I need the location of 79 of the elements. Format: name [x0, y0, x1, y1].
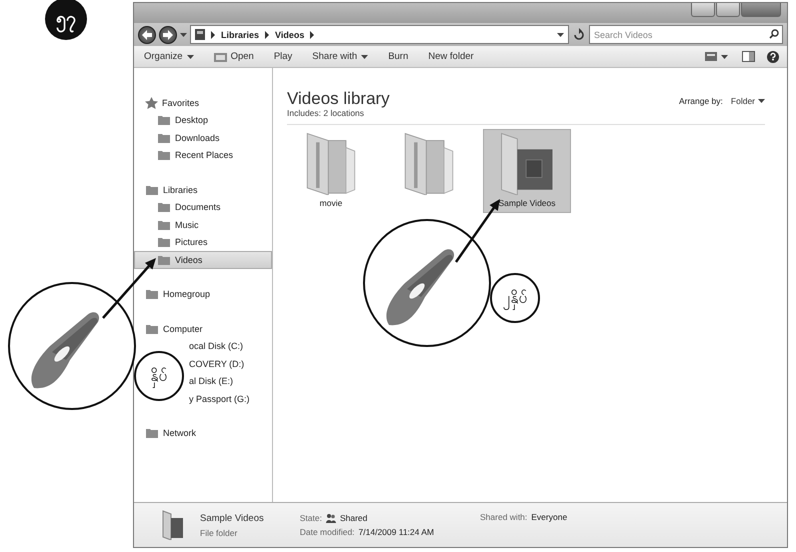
nav-item[interactable]: al Disk (E:) — [188, 372, 272, 390]
toolbar-button[interactable]: Burn — [386, 50, 410, 63]
caret-icon[interactable] — [557, 32, 564, 36]
caret-icon — [721, 54, 728, 58]
nav-item[interactable]: Computer — [134, 320, 272, 338]
breadcrumb[interactable]: Libraries — [221, 30, 260, 40]
star-icon — [145, 96, 158, 109]
folder-icon — [157, 236, 171, 248]
nav-item[interactable]: Videos — [134, 251, 272, 268]
nav-item[interactable]: Favorites — [134, 94, 272, 112]
chevron-icon[interactable] — [309, 30, 316, 38]
library-icon — [195, 29, 205, 40]
detail-label: Date modified: — [300, 527, 355, 537]
detail-label: State: — [300, 513, 322, 523]
chevron-icon[interactable] — [210, 30, 216, 38]
caret-icon — [186, 54, 194, 58]
address-field[interactable]: Libraries Videos — [190, 25, 569, 44]
file-name: Sample Videos — [200, 512, 264, 524]
nav-item[interactable]: Recent Places — [134, 146, 272, 164]
arrow-icon — [142, 30, 152, 40]
detail-value: Shared — [340, 513, 368, 523]
chevron-icon[interactable] — [264, 30, 270, 38]
help-icon[interactable] — [767, 50, 779, 62]
folder-icon — [145, 184, 159, 196]
folder-item[interactable]: movie — [287, 129, 375, 213]
folder-icon — [157, 114, 171, 126]
forward-button[interactable] — [159, 26, 177, 44]
nav-item[interactable]: Homegroup — [134, 286, 272, 303]
nav-item[interactable]: Desktop — [134, 112, 272, 129]
people-icon — [326, 514, 336, 522]
back-button[interactable] — [138, 26, 156, 44]
nav-item[interactable]: y Passport (G:) — [188, 390, 272, 408]
arrow-icon — [163, 30, 173, 40]
video-folder-icon — [162, 510, 184, 540]
folder-icon — [145, 322, 159, 335]
breadcrumb[interactable]: Videos — [275, 30, 304, 40]
arrange-dropdown[interactable]: Folder — [730, 96, 765, 106]
search-field[interactable]: Search Videos — [589, 25, 783, 44]
nav-item[interactable]: Network — [134, 424, 272, 442]
nav-item[interactable]: Pictures — [134, 234, 272, 251]
folder-icon — [157, 218, 171, 231]
nav-item[interactable]: Documents — [134, 198, 272, 216]
caret-icon — [758, 99, 765, 103]
arrange-label: Arrange by: — [678, 96, 723, 106]
folder-icon — [157, 254, 171, 266]
nav-item[interactable]: Libraries — [134, 181, 272, 198]
view-icon — [705, 52, 717, 61]
minimize-button[interactable] — [691, 3, 715, 17]
video-folder-icon — [499, 130, 555, 195]
folder-icon — [157, 201, 171, 214]
folder-icon — [157, 149, 171, 162]
search-icon[interactable] — [769, 29, 779, 39]
folder-icon — [145, 427, 159, 440]
toolbar-button[interactable]: Share with — [310, 50, 370, 63]
nav-item[interactable]: ocal Disk (C:) — [188, 338, 272, 355]
nav-item[interactable]: Music — [134, 216, 272, 234]
nav-item[interactable]: Downloads — [134, 129, 272, 146]
folder-item[interactable]: Sample Videos — [483, 129, 571, 213]
toolbar-button[interactable]: Play — [272, 50, 294, 63]
view-button[interactable] — [703, 51, 730, 62]
library-subtitle: Includes: 2 locations — [287, 108, 366, 118]
detail-label: Shared with: — [480, 512, 528, 522]
toolbar-button[interactable]: New folder — [426, 50, 476, 63]
preview-pane-icon[interactable] — [742, 51, 755, 62]
window-icon — [214, 52, 227, 62]
library-title: Videos library — [287, 90, 390, 108]
folder-icon — [145, 288, 159, 300]
page-number-badge: ၅၇ — [45, 0, 87, 40]
detail-value: 7/14/2009 11:24 AM — [358, 527, 434, 537]
refresh-icon[interactable] — [572, 28, 586, 42]
toolbar-button[interactable]: Open — [212, 50, 256, 63]
folder-icon — [157, 132, 171, 144]
file-type: File folder — [200, 528, 238, 538]
nav-item[interactable]: COVERY (D:) — [188, 355, 272, 372]
maximize-button[interactable] — [716, 3, 740, 17]
caret-icon[interactable] — [180, 32, 187, 36]
toolbar-button[interactable]: Organize — [142, 50, 196, 63]
caret-icon — [361, 54, 368, 58]
detail-value: Everyone — [531, 512, 568, 522]
